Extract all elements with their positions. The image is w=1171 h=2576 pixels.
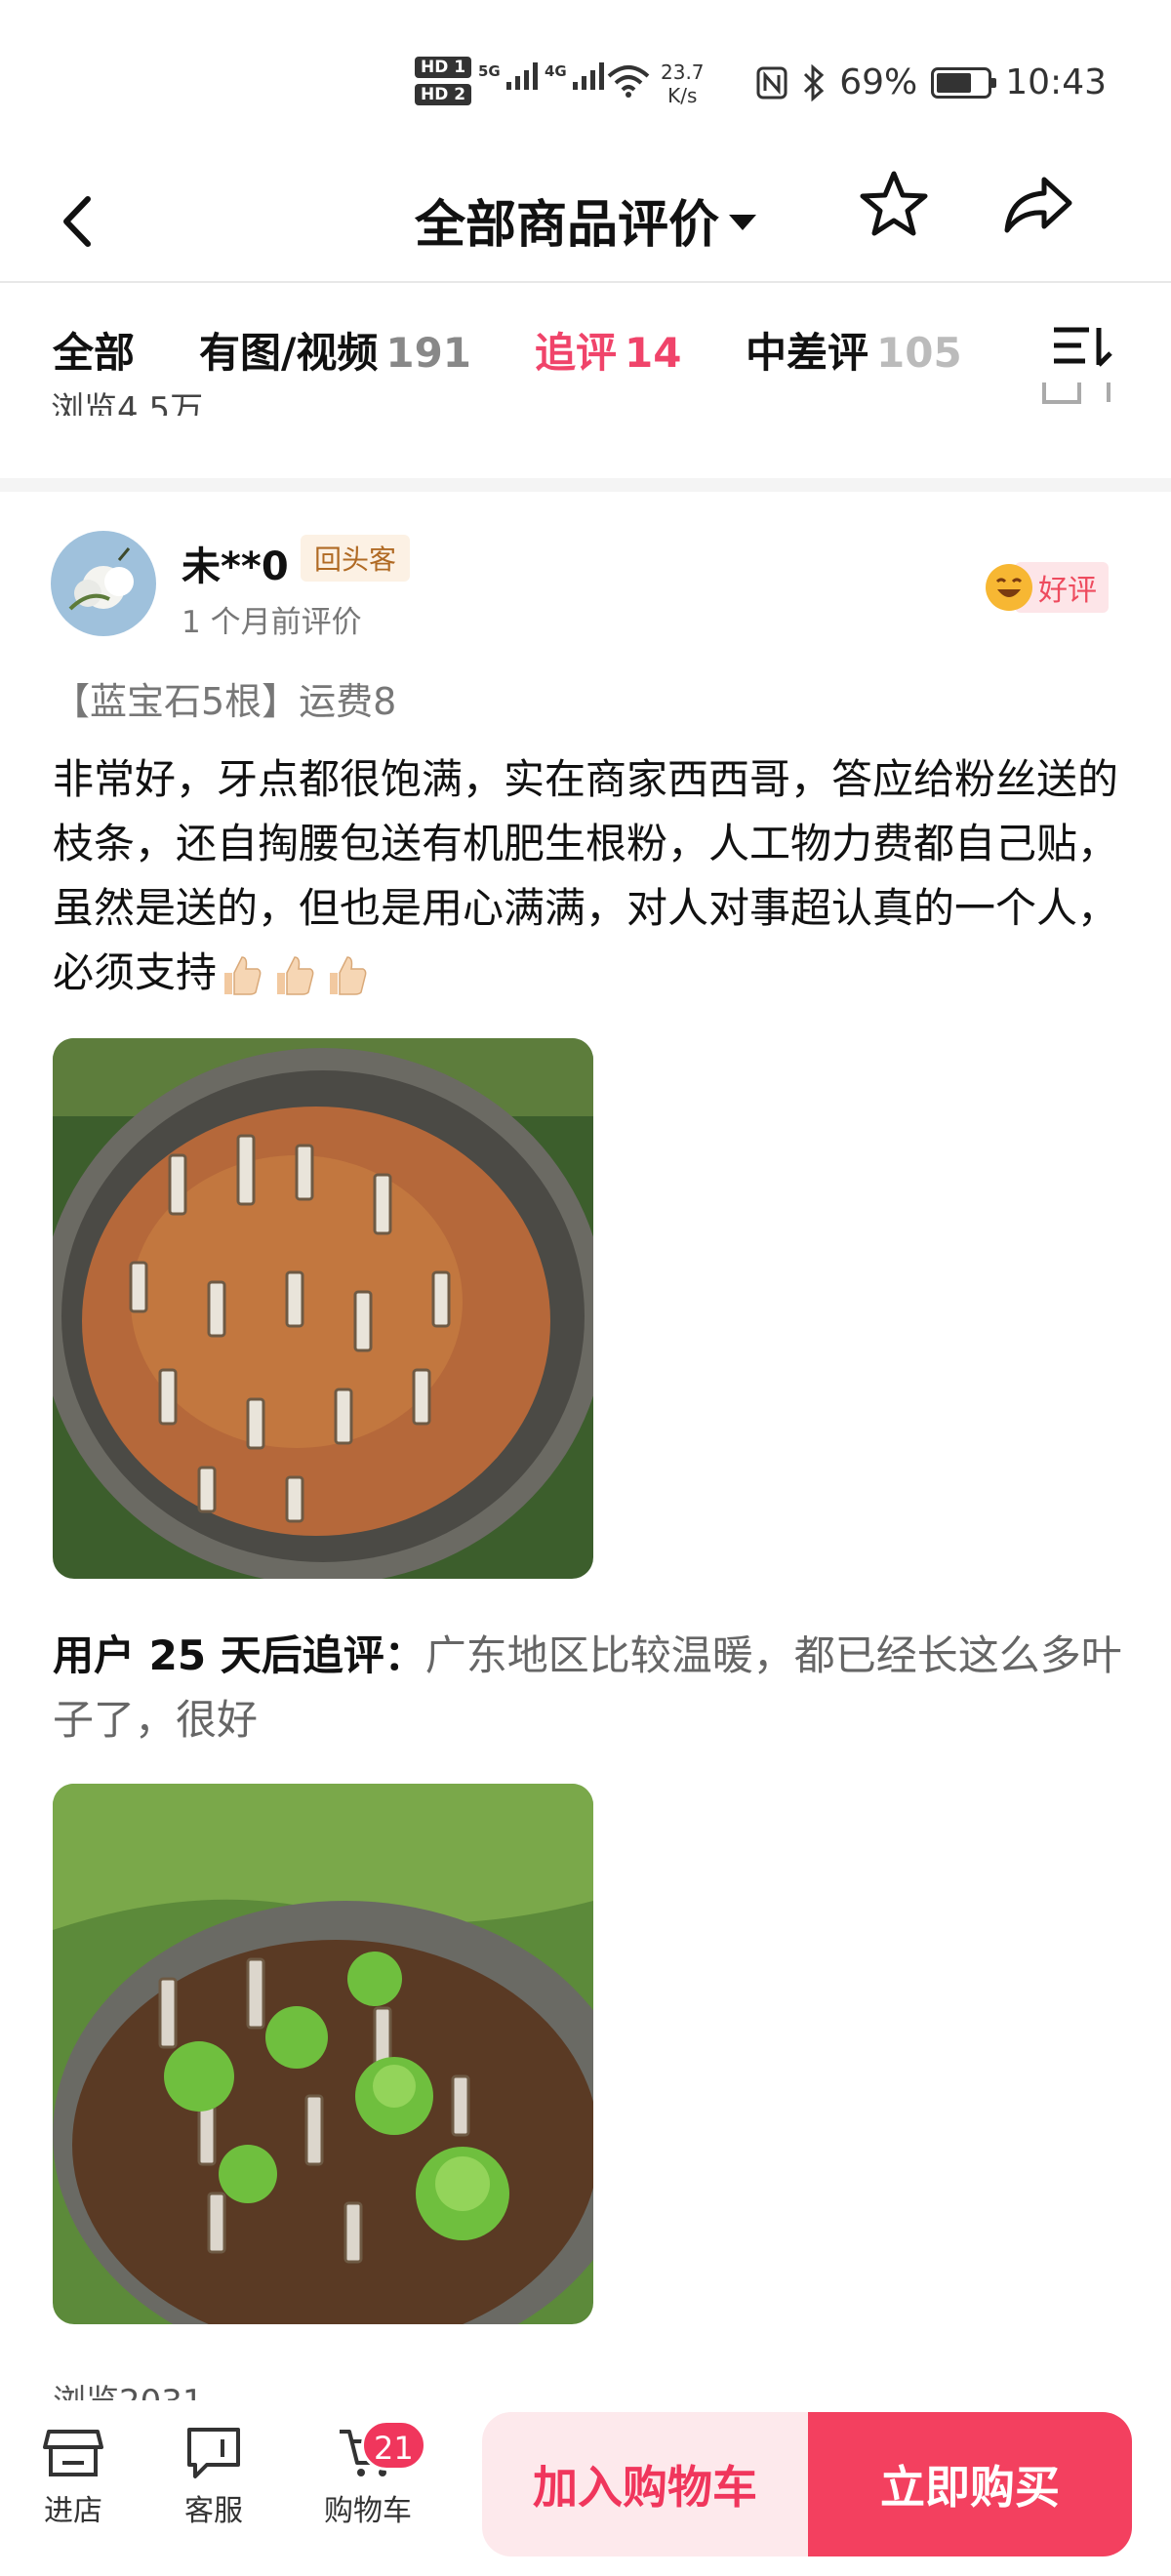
thumbs-up-emojis <box>217 951 371 1000</box>
customer-service-button[interactable]: 客服 <box>160 2426 267 2529</box>
thumbs-up-icon <box>330 955 367 995</box>
status-bar: HD 1 HD 2 5G 4G 23.7 K/s 69% 10:43 <box>0 0 1171 166</box>
signal-5g-icon: 5G <box>478 62 538 90</box>
signal-4g-icon: 4G <box>545 62 604 90</box>
followup-label: 用户 25 天后追评： <box>53 1631 425 1679</box>
share-icon[interactable] <box>999 166 1077 244</box>
tab-with-media[interactable]: 有图/视频 191 <box>199 320 471 380</box>
review-text: 非常好，牙点都很饱满，实在商家西西哥，答应给粉丝送的枝条，还自掏腰包送有机肥生根… <box>53 755 1119 996</box>
clock: 10:43 <box>1005 62 1107 102</box>
header: 全部商品评价 <box>0 166 1171 283</box>
buy-now-button[interactable]: 立即购买 <box>808 2412 1132 2556</box>
tab-negative[interactable]: 中差评 105 <box>746 320 962 380</box>
add-to-cart-button[interactable]: 加入购物车 <box>482 2412 808 2556</box>
thumbs-up-icon <box>277 955 314 995</box>
hd1-icon: HD 1 <box>415 57 472 78</box>
filter-menu-icon[interactable] <box>1050 318 1116 377</box>
tab-all[interactable]: 全部 <box>53 320 135 380</box>
battery-percent: 69% <box>839 62 918 102</box>
nfc-icon <box>756 66 787 99</box>
rating-badge: 好评 <box>986 562 1109 613</box>
sku-info: 【蓝宝石5根】运费8 <box>53 680 397 723</box>
hd2-icon: HD 2 <box>415 84 472 105</box>
network-speed: 23.7 K/s <box>661 60 705 107</box>
wifi-icon <box>607 65 650 98</box>
followup-review: 用户 25 天后追评：广东地区比较温暖，都已经长这么多叶子了，很好 <box>53 1624 1126 1752</box>
tab-followup[interactable]: 追评 14 <box>535 320 681 380</box>
review-content: 非常好，牙点都很饱满，实在商家西西哥，答应给粉丝送的枝条，还自掏腰包送有机肥生根… <box>53 747 1126 1005</box>
like-icon[interactable] <box>1040 382 1118 416</box>
thumbs-up-icon <box>224 955 262 995</box>
bluetooth-icon <box>804 63 825 101</box>
repeat-customer-badge: 回头客 <box>301 535 411 582</box>
battery-icon <box>931 66 997 99</box>
store-button[interactable]: 进店 <box>20 2426 127 2529</box>
caret-down-icon <box>729 215 756 230</box>
section-divider <box>0 478 1171 492</box>
previous-review-views: 浏览4.5万 <box>51 390 204 416</box>
page-title-dropdown[interactable]: 全部商品评价 <box>0 183 1171 257</box>
review-photo-1[interactable] <box>53 1038 593 1579</box>
cart-count-badge: 21 <box>361 2420 426 2471</box>
hd-indicators: HD 1 HD 2 <box>415 57 472 105</box>
avatar[interactable] <box>51 531 156 636</box>
chat-icon <box>187 2428 240 2478</box>
review-photo-2[interactable] <box>53 1784 593 2324</box>
review-time: 1 个月前评价 <box>182 605 362 640</box>
bottom-action-bar: 进店 客服 购物车 21 加入购物车 立即购买 <box>0 2402 1171 2576</box>
page-title: 全部商品评价 <box>414 196 719 255</box>
store-icon <box>43 2430 103 2476</box>
smile-face-icon <box>986 564 1032 611</box>
reviewer-name[interactable]: 未**0 <box>182 535 289 591</box>
next-review-views: 浏览2031 <box>53 2375 1126 2400</box>
star-icon[interactable] <box>855 166 933 244</box>
